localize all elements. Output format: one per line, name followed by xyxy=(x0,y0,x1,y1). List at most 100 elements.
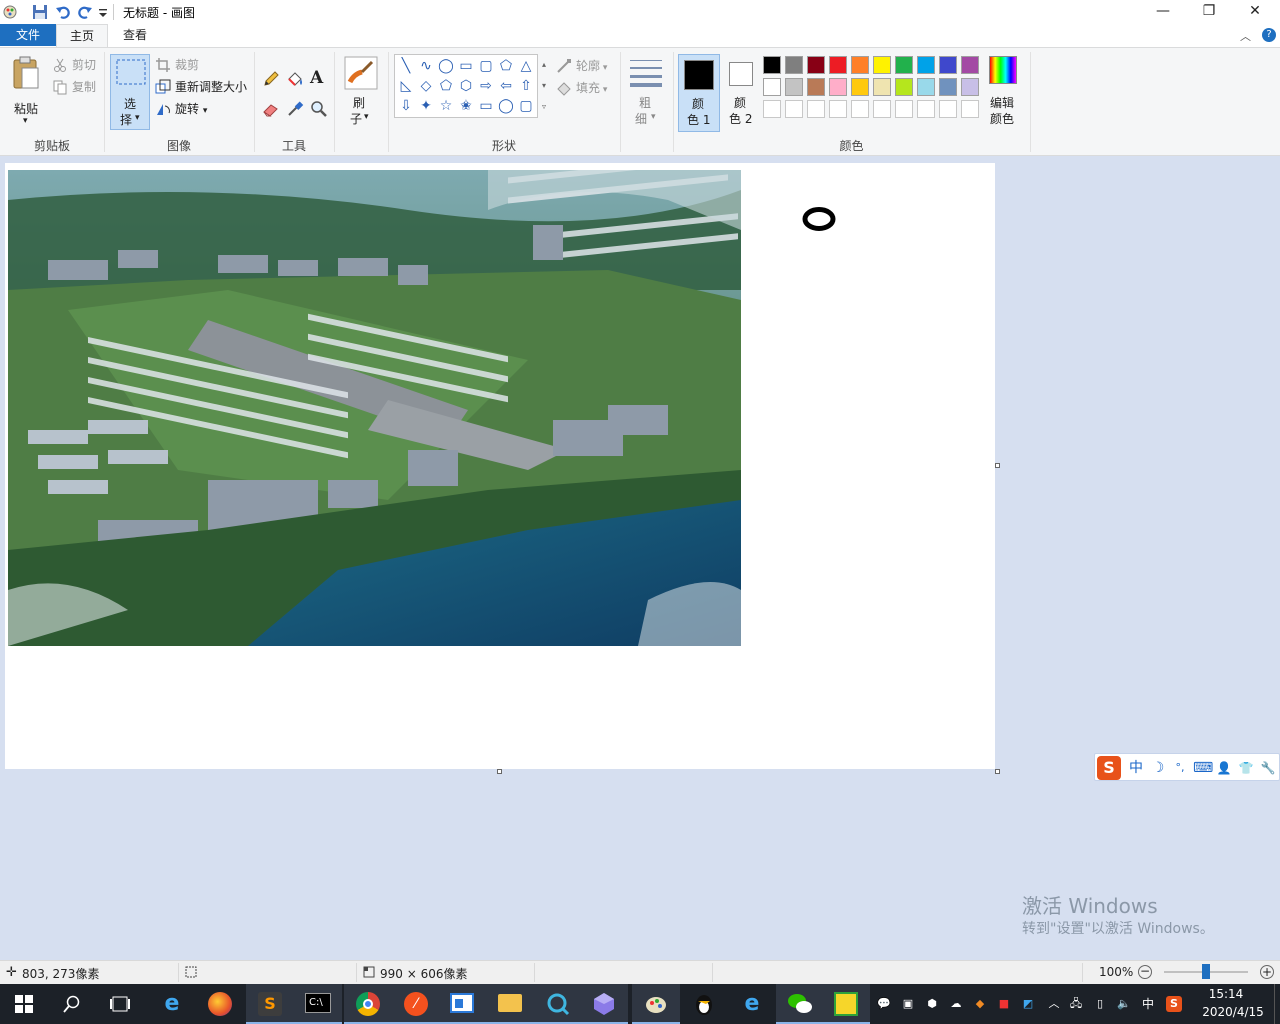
shapes-scroll[interactable]: ▴ ▾ ▿ xyxy=(539,54,549,118)
taskbar-file-explorer[interactable] xyxy=(486,984,534,1024)
pentagon-shape-icon[interactable]: ⬠ xyxy=(437,77,455,95)
palette-swatch[interactable] xyxy=(939,78,957,96)
clock-date[interactable]: 2020/4/15 xyxy=(1196,1005,1270,1019)
crop-button[interactable]: 裁剪 xyxy=(155,55,245,75)
copy-button[interactable]: 复制 xyxy=(52,77,108,97)
left-arrow-shape-icon[interactable]: ⇦ xyxy=(497,77,515,95)
palette-swatch[interactable] xyxy=(851,56,869,74)
diamond-shape-icon[interactable]: ◇ xyxy=(417,77,435,95)
brushes-button[interactable]: 刷 子 ▾ xyxy=(342,54,380,130)
hexagon-shape-icon[interactable]: ⬡ xyxy=(457,77,475,95)
taskbar-green-app[interactable] xyxy=(822,984,870,1024)
palette-custom-slot[interactable] xyxy=(785,100,803,118)
resize-button[interactable]: 重新调整大小 xyxy=(155,77,251,97)
up-arrow-shape-icon[interactable]: ⇧ xyxy=(517,77,535,95)
tab-view[interactable]: 查看 xyxy=(108,24,162,46)
select-button[interactable]: 选 择 ▾ xyxy=(110,54,150,130)
collapse-ribbon-icon[interactable]: ︿ xyxy=(1240,28,1251,44)
moon-icon[interactable]: ☽ xyxy=(1149,759,1167,777)
palette-swatch[interactable] xyxy=(807,56,825,74)
palette-swatch[interactable] xyxy=(939,56,957,74)
oval-shape-icon[interactable]: ◯ xyxy=(437,57,455,75)
palette-swatch[interactable] xyxy=(961,78,979,96)
rect-callout-shape-icon[interactable]: ▭ xyxy=(477,97,495,115)
palette-swatch[interactable] xyxy=(917,78,935,96)
tray-app-icon-1[interactable]: ▣ xyxy=(900,996,916,1012)
down-arrow-shape-icon[interactable]: ⇩ xyxy=(397,97,415,115)
ime-mode-button[interactable]: 中 xyxy=(1127,759,1145,777)
clock-time[interactable]: 15:14 xyxy=(1196,987,1256,1001)
eraser-icon[interactable] xyxy=(262,100,280,118)
right-triangle-shape-icon[interactable]: ◺ xyxy=(397,77,415,95)
task-view-button[interactable] xyxy=(96,984,144,1024)
palette-swatch[interactable] xyxy=(763,56,781,74)
palette-swatch[interactable] xyxy=(895,56,913,74)
size-button[interactable]: 粗 细 ▾ xyxy=(626,54,666,130)
zoom-in-button[interactable]: + xyxy=(1260,965,1274,979)
rotate-button[interactable]: 旋转 ▾ xyxy=(155,99,225,119)
battery-icon[interactable]: ▯ xyxy=(1092,996,1108,1012)
taskbar-ie[interactable]: e xyxy=(148,984,196,1024)
network-icon[interactable]: 🖧 xyxy=(1068,996,1084,1012)
polygon-shape-icon[interactable]: ⬠ xyxy=(497,57,515,75)
tab-home[interactable]: 主页 xyxy=(56,24,108,48)
palette-swatch[interactable] xyxy=(961,56,979,74)
taskbar-paint[interactable] xyxy=(632,984,680,1024)
taskbar-window-app[interactable] xyxy=(438,984,486,1024)
curve-shape-icon[interactable]: ∿ xyxy=(417,57,435,75)
fill-bucket-icon[interactable] xyxy=(286,70,304,88)
palette-swatch[interactable] xyxy=(851,78,869,96)
sogou-logo-icon[interactable]: S xyxy=(1097,756,1121,780)
show-desktop-button[interactable] xyxy=(1274,984,1280,1024)
color2-button[interactable]: 颜 色 2 xyxy=(722,54,762,132)
palette-swatch[interactable] xyxy=(873,56,891,74)
zoom-slider-thumb[interactable] xyxy=(1202,964,1210,979)
edit-colors-button[interactable]: 编辑 颜色 xyxy=(986,54,1022,130)
taskbar-terminal[interactable]: C:\ xyxy=(294,984,342,1024)
settings-wrench-icon[interactable]: 🔧 xyxy=(1259,759,1277,777)
rounded-rectangle-shape-icon[interactable]: ▢ xyxy=(477,57,495,75)
palette-custom-slot[interactable] xyxy=(873,100,891,118)
outline-button[interactable]: 轮廓 ▾ xyxy=(556,56,618,76)
palette-swatch[interactable] xyxy=(807,78,825,96)
search-button[interactable] xyxy=(48,984,96,1024)
restore-button[interactable]: ❐ xyxy=(1186,0,1232,24)
paste-button[interactable]: 粘贴 ▾ xyxy=(8,54,44,130)
right-arrow-shape-icon[interactable]: ⇨ xyxy=(477,77,495,95)
palette-swatch[interactable] xyxy=(895,78,913,96)
punctuation-icon[interactable]: °, xyxy=(1171,759,1189,777)
palette-custom-slot[interactable] xyxy=(807,100,825,118)
taskbar-firefox[interactable] xyxy=(196,984,244,1024)
taskbar-wechat[interactable] xyxy=(776,984,824,1024)
tray-cloud-icon[interactable]: ☁ xyxy=(948,996,964,1012)
taskbar-edge[interactable]: e xyxy=(728,984,776,1024)
canvas-resize-handle-bottom[interactable] xyxy=(497,769,502,774)
fill-button[interactable]: 填充 ▾ xyxy=(556,78,618,98)
customize-quick-access-icon[interactable] xyxy=(97,4,113,20)
palette-swatch[interactable] xyxy=(829,56,847,74)
tray-orange-icon[interactable]: ◆ xyxy=(972,996,988,1012)
tray-red-icon[interactable]: ■ xyxy=(996,996,1012,1012)
paint-app-icon[interactable] xyxy=(2,4,18,20)
palette-custom-slot[interactable] xyxy=(763,100,781,118)
taskbar-search-app[interactable] xyxy=(534,984,582,1024)
tray-sogou-icon[interactable]: S xyxy=(1166,996,1182,1012)
cloud-callout-shape-icon[interactable]: ▢ xyxy=(517,97,535,115)
canvas-resize-handle-corner[interactable] xyxy=(995,769,1000,774)
magnifier-icon[interactable] xyxy=(310,100,328,118)
canvas-resize-handle-right[interactable] xyxy=(995,463,1000,468)
color1-button[interactable]: 颜 色 1 xyxy=(678,54,720,132)
volume-muted-icon[interactable]: 🔈 xyxy=(1116,996,1132,1012)
tab-file[interactable]: 文件 xyxy=(0,24,56,46)
taskbar-sublime[interactable]: S xyxy=(246,984,294,1024)
cut-button[interactable]: 剪切 xyxy=(52,55,108,75)
text-tool-icon[interactable]: A xyxy=(310,68,328,88)
taskbar-chrome[interactable] xyxy=(344,984,392,1024)
six-point-star-shape-icon[interactable]: ✬ xyxy=(457,97,475,115)
palette-custom-slot[interactable] xyxy=(961,100,979,118)
minimize-button[interactable]: — xyxy=(1140,0,1186,24)
drawing-canvas[interactable] xyxy=(5,163,995,769)
undo-icon[interactable] xyxy=(55,4,71,20)
skin-icon[interactable]: 👕 xyxy=(1237,759,1255,777)
tray-wechat-icon[interactable]: 💬 xyxy=(876,996,892,1012)
